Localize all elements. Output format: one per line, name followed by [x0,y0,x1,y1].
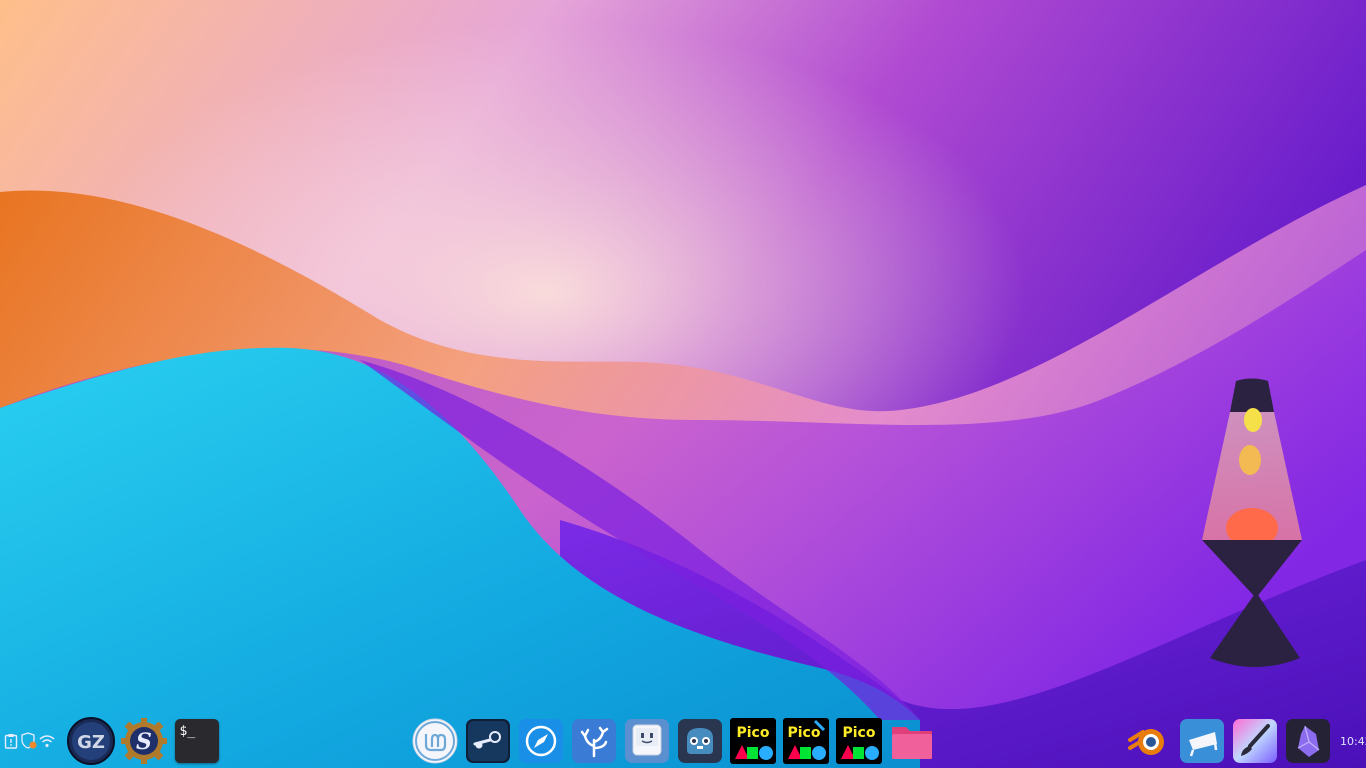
godot-launcher[interactable] [676,717,724,765]
pico8-alt-icon: Pico [835,718,882,764]
pico8-launcher-1[interactable]: Pico [729,717,777,765]
gz-label: GZ [77,732,105,753]
svg-text:Pico: Pico [787,725,820,741]
pico8-launcher-3[interactable]: Pico [835,717,883,765]
desk-icon [1179,719,1224,763]
blender-icon [1127,729,1164,755]
s-label: S [136,729,152,755]
s-gear-launcher[interactable]: S [120,717,168,765]
folder-icon [891,727,932,759]
svg-text:Pico: Pico [842,725,875,741]
steam-icon [465,719,510,763]
svg-text:Pico: Pico [736,725,769,741]
compass-launcher[interactable] [517,717,565,765]
compass-icon [518,719,563,763]
pico8-icon: Pico [729,718,776,764]
obsidian-icon [1285,719,1330,763]
blue-app-launcher[interactable] [1178,717,1226,765]
clipboard-icon[interactable] [2,730,20,752]
godot-icon [677,719,722,763]
panel-left: GZ S $_ [0,714,223,768]
steam-launcher[interactable] [464,717,512,765]
terminal-icon: $_ [174,719,219,763]
emulator-launcher[interactable] [623,717,671,765]
mint-menu-button[interactable] [411,717,459,765]
mint-icon [412,718,457,764]
wifi-icon[interactable] [38,730,56,752]
coral-launcher[interactable] [570,717,618,765]
desktop-wallpaper [0,0,1366,768]
brush-launcher[interactable] [1231,717,1279,765]
pico8-launcher-2[interactable]: Pico [782,717,830,765]
panel-center: Pico Pico Pico [408,714,938,768]
brush-icon [1232,719,1277,763]
files-launcher[interactable] [888,717,936,765]
obsidian-launcher[interactable] [1284,717,1332,765]
emulator-icon [624,719,669,763]
pico8-tool-icon: Pico [782,718,829,764]
shield-update-icon[interactable] [20,730,38,752]
terminal-launcher[interactable]: $_ [173,717,221,765]
coral-icon [571,719,616,763]
gz-launcher[interactable]: GZ [66,717,115,765]
panel-right: 10:42 [1122,714,1366,768]
clock[interactable]: 10:42 [1340,735,1366,748]
blender-launcher[interactable] [1125,717,1173,765]
